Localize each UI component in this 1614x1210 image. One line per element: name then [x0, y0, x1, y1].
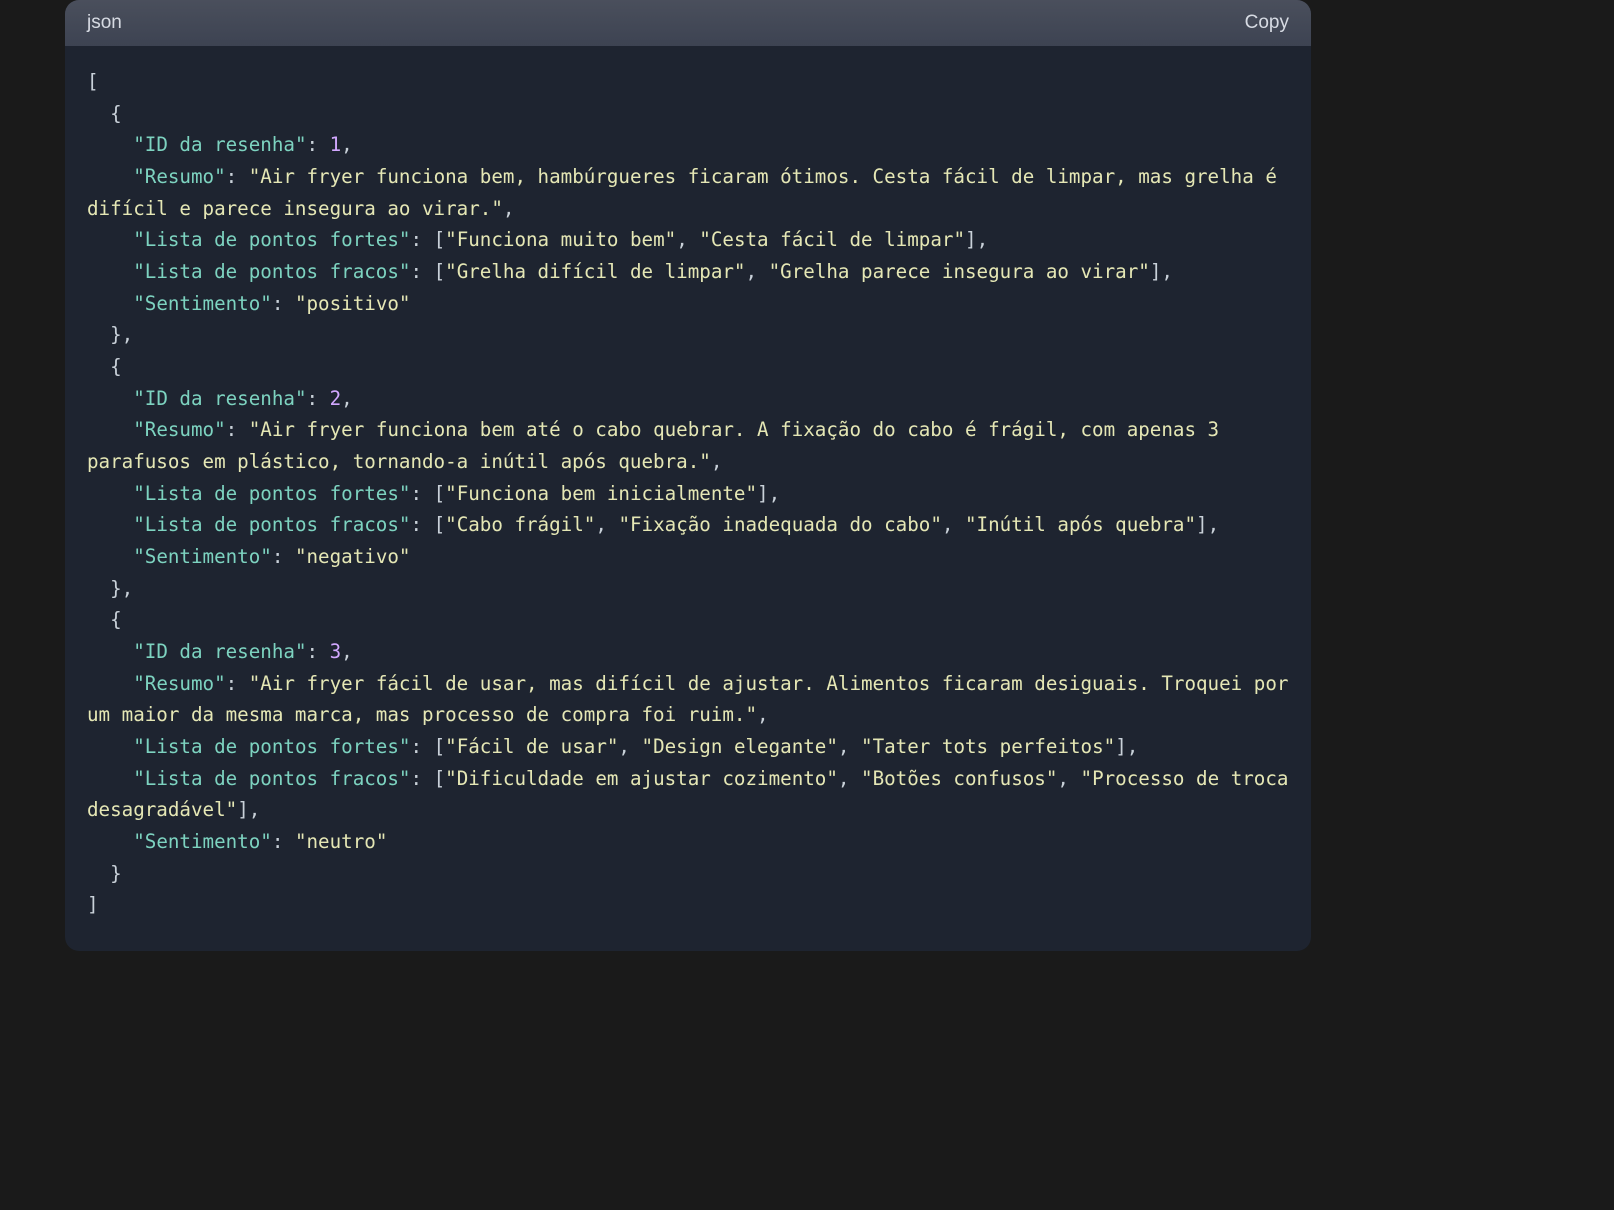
language-label: json [87, 12, 122, 34]
code-content: [ { "ID da resenha": 1, "Resumo": "Air f… [65, 46, 1311, 951]
copy-button[interactable]: Copy [1245, 12, 1289, 34]
code-header: json Copy [65, 0, 1311, 46]
code-block: json Copy [ { "ID da resenha": 1, "Resum… [65, 0, 1311, 951]
